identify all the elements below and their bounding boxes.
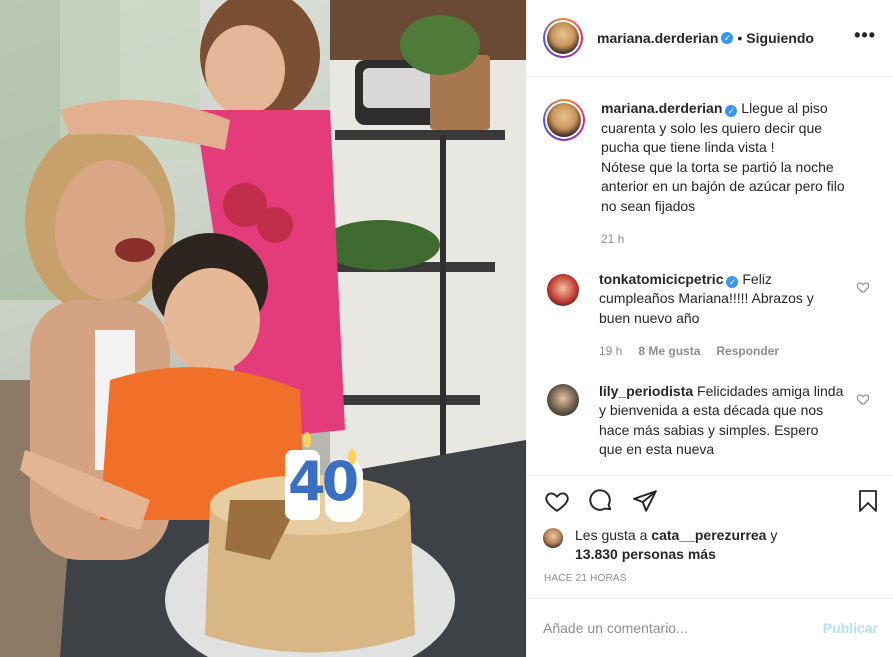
verified-badge-icon: ✓ (725, 105, 738, 117)
caption: mariana.derderian ✓ Llegue al piso cuaren… (543, 99, 878, 250)
comments-list[interactable]: mariana.derderian ✓ Llegue al piso cuaren… (527, 77, 893, 475)
commenter-avatar[interactable] (547, 273, 579, 306)
commenter-avatar[interactable] (547, 383, 579, 416)
comment-meta: 19 h 8 Me gusta Responder (599, 342, 844, 362)
commenter-username[interactable]: lily_periodista (599, 383, 693, 399)
save-bookmark-icon[interactable] (856, 488, 880, 514)
liker-username[interactable]: cata__perezurrea (651, 527, 766, 543)
caption-username[interactable]: mariana.derderian (601, 100, 722, 116)
like-comment-heart-icon[interactable] (856, 280, 870, 294)
reply-button[interactable]: Responder (716, 344, 779, 358)
verified-badge-icon: ✓ (721, 32, 734, 44)
header-user-block: mariana.derderian ✓ • Siguiendo (597, 30, 814, 46)
likes-middle: y (766, 527, 778, 543)
like-heart-icon[interactable] (543, 488, 571, 514)
post-actions-bar (527, 475, 893, 525)
caption-time[interactable]: 21 h (601, 230, 624, 250)
likes-summary: Les gusta a cata__perezurrea y 13.830 pe… (543, 526, 883, 564)
caption-author-avatar[interactable] (543, 99, 585, 141)
publish-button[interactable]: Publicar (823, 620, 878, 636)
author-avatar[interactable] (543, 18, 583, 58)
comment-item: tonkatomicicpetric ✓ Feliz cumpleaños Mar… (543, 270, 878, 362)
caption-text: Llegue al piso cuarenta y solo les quier… (601, 100, 845, 214)
post-header: mariana.derderian ✓ • Siguiendo ••• (527, 0, 893, 77)
comment-bubble-icon[interactable] (587, 488, 615, 514)
comment-content: lily_periodista Felicidades amiga linda … (599, 382, 844, 460)
comment-input[interactable] (543, 620, 823, 636)
caption-content: mariana.derderian ✓ Llegue al piso cuaren… (601, 99, 846, 216)
following-button[interactable]: Siguiendo (746, 30, 814, 46)
author-username[interactable]: mariana.derderian (597, 30, 718, 46)
likes-prefix: Les gusta a (575, 527, 652, 543)
comment-time[interactable]: 19 h (599, 342, 622, 362)
add-comment-bar: Publicar (527, 598, 893, 657)
like-comment-heart-icon[interactable] (856, 392, 870, 406)
commenter-username[interactable]: tonkatomicicpetric (599, 271, 723, 287)
liker-avatar[interactable] (543, 528, 563, 548)
share-send-icon[interactable] (631, 488, 659, 514)
comment-likes[interactable]: 8 Me gusta (638, 344, 700, 358)
post-photo[interactable]: 40 (0, 0, 526, 657)
more-options-icon[interactable]: ••• (854, 26, 876, 44)
likes-count[interactable]: 13.830 personas más (575, 546, 716, 562)
caption-meta: 21 h (601, 230, 846, 250)
header-separator: • (737, 30, 743, 46)
comment-content: tonkatomicicpetric ✓ Feliz cumpleaños Mar… (599, 270, 844, 329)
post-side-panel: mariana.derderian ✓ • Siguiendo ••• mari… (526, 0, 893, 657)
comment-item: lily_periodista Felicidades amiga linda … (543, 382, 878, 460)
post-timestamp[interactable]: HACE 21 HORAS (544, 573, 627, 584)
verified-badge-icon: ✓ (726, 275, 739, 288)
post-photo-illustration (0, 0, 526, 657)
candle-number-label: 40 (288, 450, 359, 513)
